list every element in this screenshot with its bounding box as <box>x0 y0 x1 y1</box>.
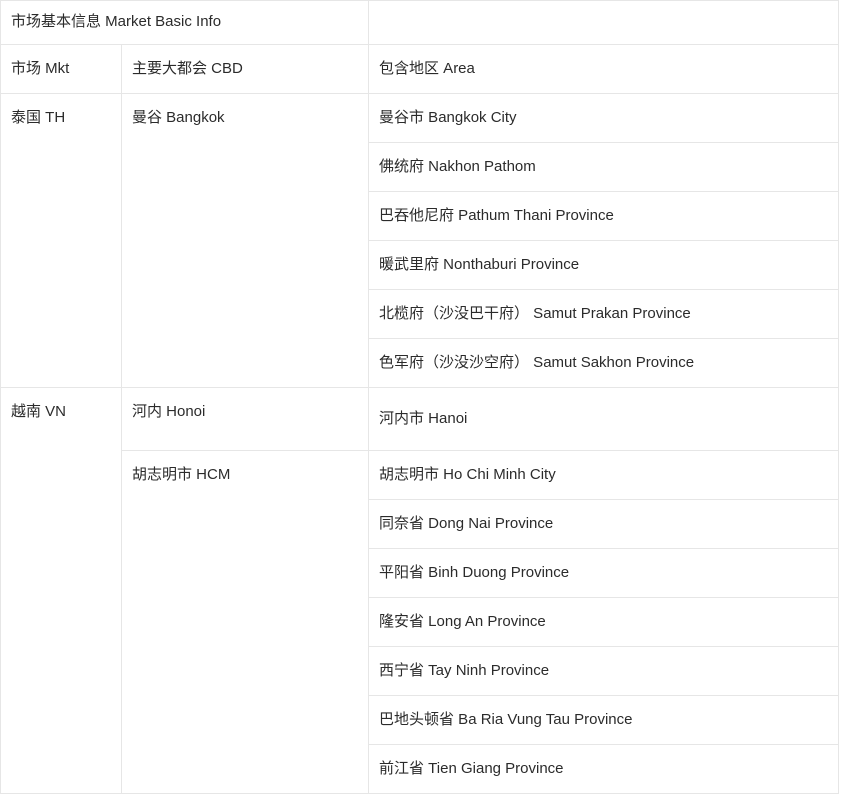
market-cell: 泰国 TH <box>0 93 122 388</box>
area-cell: 北榄府（沙没巴干府） Samut Prakan Province <box>368 289 840 339</box>
market-cell: 越南 VN <box>0 387 122 794</box>
area-cell: 佛统府 Nakhon Pathom <box>368 142 840 192</box>
column-header-market: 市场 Mkt <box>0 44 122 94</box>
table-header-row: 市场 Mkt 主要大都会 CBD 包含地区 Area <box>0 44 840 94</box>
area-cell: 前江省 Tien Giang Province <box>368 744 840 794</box>
area-cell: 平阳省 Binh Duong Province <box>368 548 840 598</box>
area-cell: 巴地头顿省 Ba Ria Vung Tau Province <box>368 695 840 745</box>
area-cell: 隆安省 Long An Province <box>368 597 840 647</box>
area-cell: 河内市 Hanoi <box>368 387 840 451</box>
market-basic-info-table: 市场基本信息 Market Basic Info 市场 Mkt 主要大都会 CBD 包… <box>0 0 840 794</box>
table-row: 越南 VN 河内 Honoi 河内市 Hanoi <box>0 387 840 794</box>
table-row: 胡志明市 HCM 胡志明市 Ho Chi Minh City <box>1 450 840 794</box>
table-title-row: 市场基本信息 Market Basic Info <box>0 0 840 45</box>
area-cell: 胡志明市 Ho Chi Minh City <box>368 450 840 500</box>
column-header-area: 包含地区 Area <box>368 44 840 94</box>
table-row: 泰国 TH 曼谷 Bangkok 曼谷市 Bangkok City <box>0 93 840 388</box>
area-cell: 暖武里府 Nonthaburi Province <box>368 240 840 290</box>
area-cell: 曼谷市 Bangkok City <box>368 93 840 143</box>
table-title-empty-cell <box>368 0 840 45</box>
cbd-cell: 曼谷 Bangkok <box>121 93 370 388</box>
area-cell: 巴吞他尼府 Pathum Thani Province <box>368 191 840 241</box>
area-cell: 色军府（沙没沙空府） Samut Sakhon Province <box>368 338 840 388</box>
area-cell: 西宁省 Tay Ninh Province <box>368 646 840 696</box>
cbd-cell: 胡志明市 HCM <box>121 450 370 794</box>
column-header-cbd: 主要大都会 CBD <box>121 44 370 94</box>
table-body: 市场基本信息 Market Basic Info 市场 Mkt 主要大都会 CBD 包… <box>0 0 840 794</box>
cbd-cell: 河内 Honoi <box>121 387 370 451</box>
area-cell: 同奈省 Dong Nai Province <box>368 499 840 549</box>
table-title: 市场基本信息 Market Basic Info <box>0 0 370 45</box>
